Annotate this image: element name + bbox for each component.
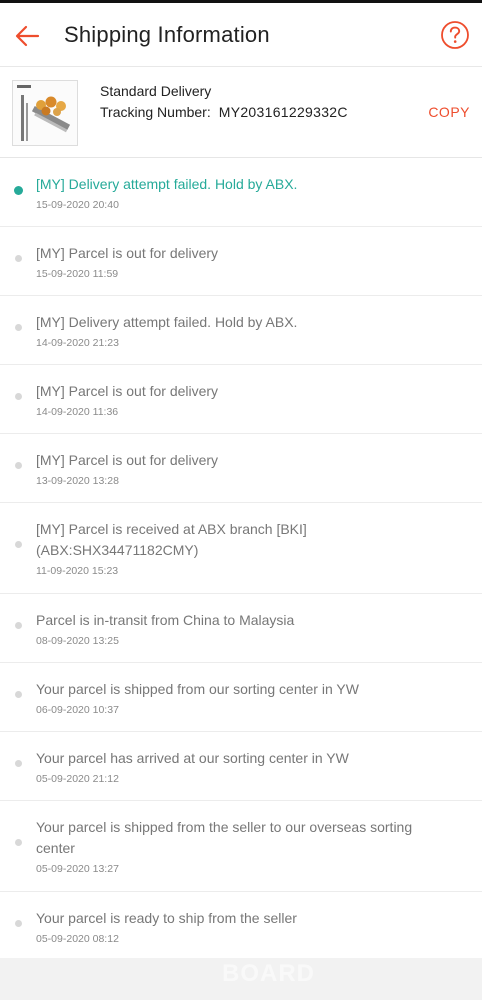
event-time: 15-09-2020 11:59: [36, 268, 119, 280]
status-dot: [15, 920, 22, 927]
status-dot: [15, 622, 22, 629]
event-message: Parcel is in-transit from China to Malay…: [36, 612, 295, 628]
tracking-timeline: [MY] Delivery attempt failed. Hold by AB…: [0, 158, 482, 961]
arrow-left-icon: [15, 25, 40, 47]
event-time: 05-09-2020 08:12: [36, 933, 119, 945]
event-time: 11-09-2020 15:23: [36, 565, 119, 577]
event-message: Your parcel is shipped from our sorting …: [36, 681, 359, 697]
timeline-event: Your parcel is ready to ship from the se…: [0, 892, 482, 961]
event-time: 13-09-2020 13:28: [36, 475, 119, 487]
timeline-event: Parcel is in-transit from China to Malay…: [0, 594, 482, 663]
status-dot: [15, 324, 22, 331]
timeline-event: [MY] Delivery attempt failed. Hold by AB…: [0, 296, 482, 365]
app-header: Shipping Information: [0, 3, 482, 67]
event-time: 14-09-2020 21:23: [36, 337, 119, 349]
delivery-summary: Standard Delivery Tracking Number: MY2031…: [0, 68, 482, 158]
product-image-icon: [13, 81, 77, 145]
event-time: 14-09-2020 11:36: [36, 406, 119, 418]
tracking-row: Tracking Number: MY203161229332C: [100, 104, 348, 120]
status-dot: [15, 255, 22, 262]
status-dot: [15, 839, 22, 846]
back-button[interactable]: [12, 20, 44, 52]
watermark-text: BOARD: [222, 960, 315, 987]
event-time: 15-09-2020 20:40: [36, 199, 119, 211]
help-button[interactable]: [440, 20, 470, 50]
tracking-number: MY203161229332C: [218, 104, 348, 120]
timeline-event: [MY] Parcel is out for delivery 14-09-20…: [0, 365, 482, 434]
tracking-label: Tracking Number:: [100, 104, 211, 120]
event-message: Your parcel has arrived at our sorting c…: [36, 750, 349, 766]
status-dot: [15, 541, 22, 548]
timeline-event: Your parcel is shipped from our sorting …: [0, 663, 482, 732]
timeline-event: [MY] Delivery attempt failed. Hold by AB…: [0, 158, 482, 227]
event-message: Your parcel is ready to ship from the se…: [36, 910, 297, 926]
event-time: 06-09-2020 10:37: [36, 704, 119, 716]
copy-tracking-button[interactable]: COPY: [428, 104, 470, 120]
event-message: [MY] Parcel is out for delivery: [36, 452, 219, 468]
event-time: 08-09-2020 13:25: [36, 635, 119, 647]
status-dot: [15, 760, 22, 767]
status-dot: [15, 691, 22, 698]
timeline-event: [MY] Parcel is out for delivery 13-09-20…: [0, 434, 482, 503]
timeline-event: [MY] Parcel is received at ABX branch [B…: [0, 503, 482, 594]
event-time: 05-09-2020 21:12: [36, 773, 119, 785]
shipping-service-name: Standard Delivery: [100, 83, 212, 99]
status-dot: [15, 393, 22, 400]
event-time: 05-09-2020 13:27: [36, 863, 119, 875]
product-thumbnail: [12, 80, 78, 146]
event-message: [MY] Delivery attempt failed. Hold by AB…: [36, 314, 298, 330]
status-dot: [15, 462, 22, 469]
event-message: [MY] Parcel is out for delivery: [36, 245, 219, 261]
question-circle-icon: [441, 21, 469, 49]
timeline-event: Your parcel is shipped from the seller t…: [0, 801, 482, 892]
timeline-event: Your parcel has arrived at our sorting c…: [0, 732, 482, 801]
event-message: [MY] Parcel is received at ABX branch [B…: [36, 521, 307, 558]
page-title: Shipping Information: [64, 22, 270, 47]
event-message: [MY] Parcel is out for delivery: [36, 383, 219, 399]
timeline-event: [MY] Parcel is out for delivery 15-09-20…: [0, 227, 482, 296]
event-message: [MY] Delivery attempt failed. Hold by AB…: [36, 176, 298, 192]
status-dot-active: [14, 186, 23, 195]
event-message: Your parcel is shipped from the seller t…: [36, 819, 413, 856]
